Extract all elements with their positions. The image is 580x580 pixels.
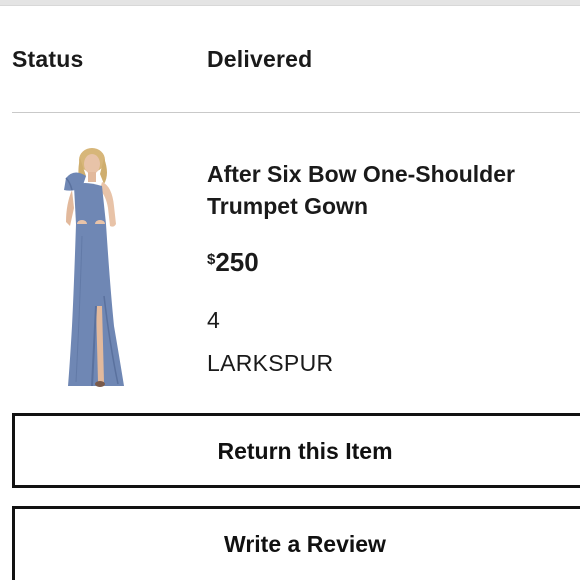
product-size: 4 [207,307,220,333]
return-item-button[interactable]: Return this Item [12,413,580,488]
write-review-button[interactable]: Write a Review [12,506,580,580]
status-value: Delivered [207,46,313,72]
top-edge-bar [0,0,580,6]
product-price: $250 [207,246,259,278]
price-amount: 250 [215,247,259,277]
gown-photo-icon [64,148,124,387]
return-item-label: Return this Item [217,438,393,464]
divider [12,112,580,113]
product-color: LARKSPUR [207,350,334,376]
product-title[interactable]: After Six Bow One-Shoulder Trumpet Gown [207,158,567,222]
product-image[interactable] [52,146,136,392]
write-review-label: Write a Review [224,531,386,557]
order-item-card: Status Delivered After Six Bow One-Shoul… [0,0,580,580]
status-label: Status [12,46,84,72]
price-currency: $ [207,251,216,268]
